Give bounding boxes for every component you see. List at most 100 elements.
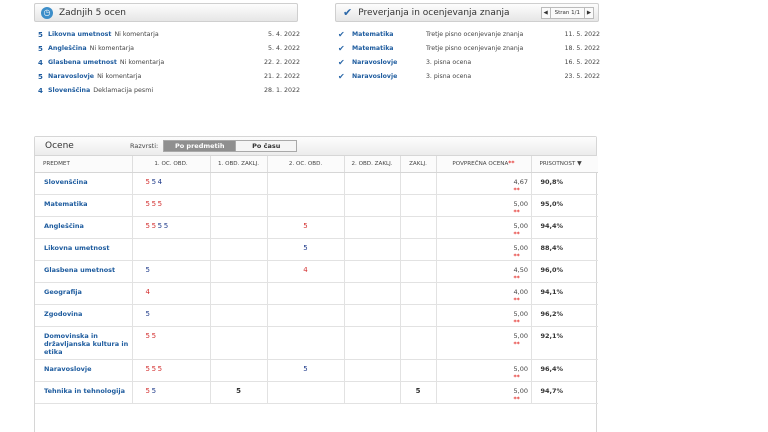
recent-grade-date: 21. 2. 2022 [263,73,300,80]
recent-grade-comment: Ni komentarja [114,31,159,38]
grade-mark[interactable]: 5 [152,387,158,395]
grade-mark[interactable]: 5 [303,222,307,230]
pager-prev-button[interactable]: ◀ [540,6,551,19]
test-date: 18. 5. 2022 [564,45,600,52]
test-subject[interactable]: Naravoslovje [352,73,426,80]
grade-attendance: 92,1% [531,326,598,360]
sort-by-subject-button[interactable]: Po predmetih [163,140,236,152]
grade-average-value: 5,00 [513,243,528,252]
col-attendance[interactable]: PRISOTNOST ▼ [531,156,598,173]
recent-grades-icon: ◷ [41,6,53,19]
recent-grade-row[interactable]: 4 Slovenščina Deklamacija pesmi 28. 1. 2022 [38,85,300,96]
recent-grade-subject[interactable]: Angleščina [48,45,87,52]
grade-mark[interactable]: 5 [152,332,158,340]
grade-row: Angleščina 5555 5 5,00 ** 94,4% [35,216,598,239]
col-period1-final: 1. OBD. ZAKLJ. [210,156,268,173]
col-final: ZAKLJ. [400,156,437,173]
test-row[interactable]: ✔ Matematika Tretje pisno ocenjevanje znan… [338,29,600,40]
grade-row: Naravoslovje 555 5 5,00 ** 96,4% [35,359,598,382]
grade-subject[interactable]: Matematika [35,194,133,217]
grades-period1: 555 [132,194,211,217]
grade-average-value: 5,00 [513,309,528,318]
grade-mark[interactable]: 5 [146,310,152,318]
test-row[interactable]: ✔ Matematika Tretje pisno ocenjevanje znan… [338,43,600,54]
grade-average-stars: ** [513,186,520,194]
grade-attendance: 94,1% [531,282,598,305]
grade-final [400,260,437,283]
recent-grade-comment: Deklamacija pesmi [93,87,154,94]
grade-average-value: 5,00 [513,199,528,208]
grade-subject[interactable]: Glasbena umetnost [35,260,133,283]
grade-attendance: 96,0% [531,260,598,283]
recent-grade-subject[interactable]: Likovna umetnost [48,31,111,38]
pager-next-button[interactable]: ▶ [584,6,594,19]
grade-average-value: 5,00 [513,331,528,340]
recent-grade-subject[interactable]: Glasbena umetnost [48,59,117,66]
grade-row: Slovenščina 554 4,67 ** 90,8% [35,172,598,195]
test-row[interactable]: ✔ Naravoslovje 3. pisna ocena 16. 5. 2022 [338,57,600,68]
grades-title: Ocene [45,141,74,151]
col-attendance-label: PRISOTNOST [539,161,576,168]
grade-attendance: 90,8% [531,172,598,195]
grade-row: Matematika 555 5,00 ** 95,0% [35,194,598,217]
grade-subject[interactable]: Angleščina [35,216,133,239]
grade-average: 5,00 ** [436,359,532,382]
recent-grade-row[interactable]: 5 Naravoslovje Ni komentarja 21. 2. 2022 [38,71,300,82]
grade-average: 5,00 ** [436,216,532,239]
grade-average-stars: ** [513,230,520,238]
grade-final [400,194,437,217]
sort-by-time-button[interactable]: Po času [235,140,298,152]
test-check-icon: ✔ [338,30,345,39]
col-period2-final: 2. OBD. ZAKLJ. [344,156,401,173]
grade-mark[interactable]: 5 [303,244,307,252]
recent-grades-header: ◷ Zadnjih 5 ocen [34,3,298,22]
grade-subject[interactable]: Likovna umetnost [35,238,133,261]
grade-mark[interactable]: 4 [303,266,307,274]
grade-mark[interactable]: 4 [146,288,152,296]
recent-grade-value: 5 [38,30,43,39]
test-row[interactable]: ✔ Naravoslovje 3. pisna ocena 23. 5. 2022 [338,71,600,82]
grade-subject[interactable]: Domovinska in državljanska kultura in et… [35,326,133,360]
test-subject[interactable]: Matematika [352,31,426,38]
tests-header: ✔ Preverjanja in ocenjevanja znanja ◀ St… [335,3,599,22]
grade-mark[interactable]: 5 [158,365,164,373]
grade-period2-final [344,326,401,360]
grade-period1-final [210,238,268,261]
col-period2: 2. OC. OBD. [267,156,345,173]
grade-average-stars: ** [513,395,520,403]
grade-period1-final [210,359,268,382]
grade-period2-final [344,359,401,382]
grade-mark[interactable]: 5 [164,222,170,230]
recent-grades-title: Zadnjih 5 ocen [59,7,126,18]
recent-grade-row[interactable]: 5 Likovna umetnost Ni komentarja 5. 4. 2022 [38,29,300,40]
recent-grade-row[interactable]: 4 Glasbena umetnost Ni komentarja 22. 2. 20… [38,57,300,68]
grade-mark[interactable]: 5 [158,200,164,208]
recent-grade-date: 22. 2. 2022 [263,59,300,66]
recent-grade-subject[interactable]: Slovenščina [48,87,90,94]
test-check-icon: ✔ [338,72,345,81]
sort-down-icon[interactable]: ▼ [577,160,582,167]
pager-label: Stran 1/1 [550,6,584,19]
test-description: 3. pisna ocena [426,73,472,80]
grade-mark[interactable]: 5 [146,266,152,274]
grade-subject[interactable]: Naravoslovje [35,359,133,382]
grade-mark[interactable]: 4 [158,178,164,186]
grade-average-stars: ** [513,340,520,348]
test-subject[interactable]: Naravoslovje [352,59,426,66]
recent-grade-date: 5. 4. 2022 [267,45,300,52]
col-average-label: POVPREČNA OCENA [452,161,509,168]
recent-grade-subject[interactable]: Naravoslovje [48,73,94,80]
grade-attendance: 94,4% [531,216,598,239]
grade-mark[interactable]: 5 [303,365,307,373]
recent-grade-row[interactable]: 5 Angleščina Ni komentarja 5. 4. 2022 [38,43,300,54]
grade-average-stars: ** [513,318,520,326]
test-subject[interactable]: Matematika [352,45,426,52]
grade-subject[interactable]: Geografija [35,282,133,305]
grade-subject[interactable]: Zgodovina [35,304,133,327]
grade-attendance: 88,4% [531,238,598,261]
grade-period1-final [210,172,268,195]
grade-subject[interactable]: Slovenščina [35,172,133,195]
grade-subject[interactable]: Tehnika in tehnologija [35,381,133,404]
grades-header-row: PREDMET 1. OC. OBD. 1. OBD. ZAKLJ. 2. OC… [35,156,598,173]
grade-average: 5,00 ** [436,194,532,217]
